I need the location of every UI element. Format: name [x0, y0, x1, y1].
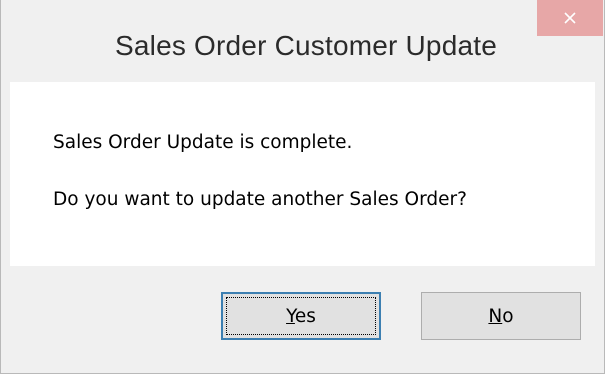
title-bar[interactable]: Sales Order Customer Update	[1, 0, 604, 82]
window-title: Sales Order Customer Update	[115, 30, 498, 61]
message-area: Sales Order Update is complete. Do you w…	[10, 82, 595, 266]
yes-button[interactable]: Yes	[221, 292, 381, 340]
message-line-complete: Sales Order Update is complete.	[53, 132, 353, 153]
no-button[interactable]: No	[421, 292, 581, 340]
close-button[interactable]	[537, 0, 603, 36]
message-dialog: Sales Order Customer Update Sales Order …	[0, 0, 605, 374]
close-icon	[563, 11, 577, 25]
no-button-label: No	[488, 305, 514, 327]
focus-ring	[226, 297, 376, 335]
message-line-question: Do you want to update another Sales Orde…	[53, 189, 467, 210]
